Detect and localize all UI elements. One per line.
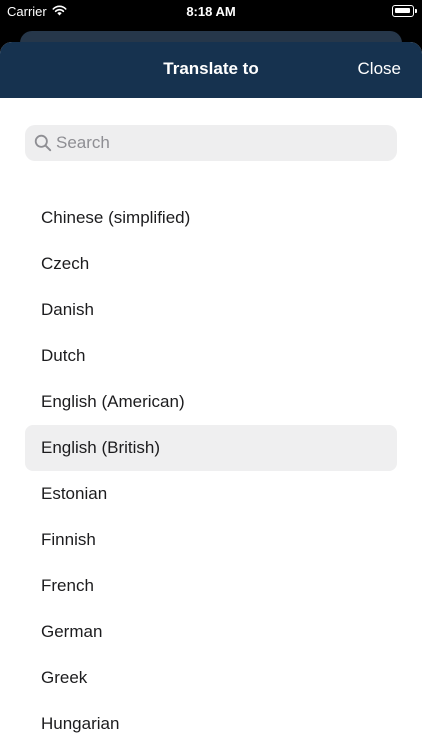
status-right <box>392 5 417 17</box>
language-item[interactable]: Hungarian <box>25 701 397 747</box>
status-bar: Carrier 8:18 AM <box>0 0 422 24</box>
language-item[interactable]: Greek <box>25 655 397 701</box>
search-icon <box>33 133 53 153</box>
language-item[interactable]: Chinese (simplified) <box>25 195 397 241</box>
language-item[interactable]: Finnish <box>25 517 397 563</box>
language-list: Chinese (simplified) Czech Danish Dutch Engl… <box>25 195 397 747</box>
sheet-header: Translate to Close <box>0 42 422 98</box>
search-input[interactable] <box>56 133 397 153</box>
search-bar[interactable] <box>25 125 397 161</box>
language-item[interactable]: Danish <box>25 287 397 333</box>
status-time: 8:18 AM <box>186 4 236 19</box>
language-item-selected[interactable]: English (British) <box>25 425 397 471</box>
translate-sheet: Translate to Close Chinese (simplified)C… <box>0 42 422 750</box>
language-item[interactable]: German <box>25 609 397 655</box>
battery-icon <box>392 5 417 17</box>
close-button[interactable]: Close <box>358 59 401 79</box>
language-item[interactable]: Czech <box>25 241 397 287</box>
language-item[interactable]: Estonian <box>25 471 397 517</box>
language-item[interactable]: French <box>25 563 397 609</box>
language-item[interactable]: Dutch <box>25 333 397 379</box>
language-item[interactable]: English (American) <box>25 379 397 425</box>
